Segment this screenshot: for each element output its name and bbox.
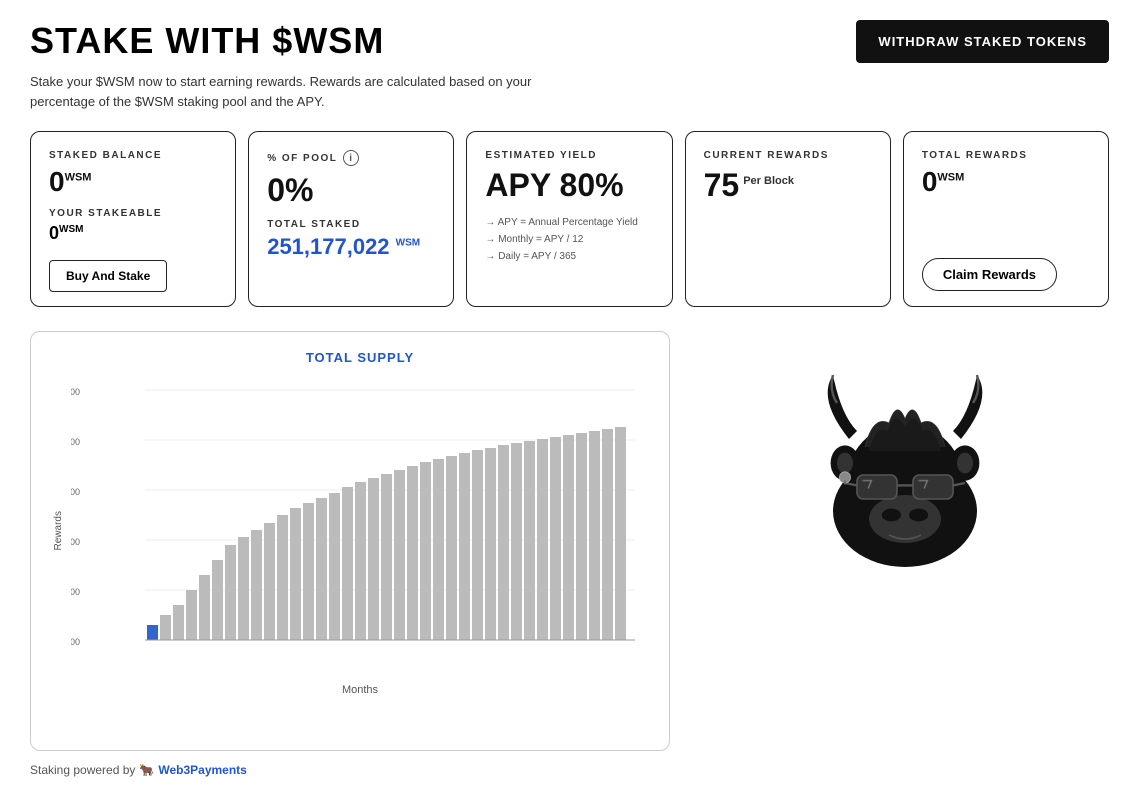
svg-text:1,600,000,000: 1,600,000,000: [71, 587, 80, 597]
svg-text:1,900,000,000: 1,900,000,000: [71, 437, 80, 447]
x-axis-label: Months: [71, 684, 649, 696]
svg-text:1,800,000,000: 1,800,000,000: [71, 487, 80, 497]
svg-text:1,700,000,000: 1,700,000,000: [71, 537, 80, 547]
apy-value: APY 80%: [485, 167, 653, 204]
total-rewards-card: TOTAL REWARDS 0WSM Claim Rewards: [903, 131, 1109, 307]
mascot-area: [700, 331, 1109, 591]
pool-card: % OF POOL i 0% TOTAL STAKED 251,177,022 …: [248, 131, 454, 307]
withdraw-button[interactable]: WITHDRAW STAKED TOKENS: [856, 20, 1109, 63]
pool-label: % OF POOL i: [267, 150, 435, 166]
total-staked-label: TOTAL STAKED: [267, 219, 435, 230]
total-rewards-label: TOTAL REWARDS: [922, 150, 1090, 161]
y-axis-label: Rewards: [53, 511, 64, 550]
chart-title: TOTAL SUPPLY: [71, 350, 649, 365]
svg-text:2,000,000,000: 2,000,000,000: [71, 387, 80, 397]
staked-balance-label: STAKED BALANCE: [49, 150, 217, 161]
total-staked-value: 251,177,022 WSM: [267, 234, 435, 260]
yield-label: ESTIMATED YIELD: [485, 150, 653, 161]
yield-card: ESTIMATED YIELD APY 80% APY = Annual Per…: [466, 131, 672, 307]
staked-balance-card: STAKED BALANCE 0WSM YOUR STAKEABLE 0WSM …: [30, 131, 236, 307]
chart-area: Rewards 2,000,000,000 1,900,000,000 1,80…: [71, 375, 649, 715]
page-subtitle: Stake your $WSM now to start earning rew…: [30, 72, 550, 111]
footer: Staking powered by 🐂 Web3Payments: [30, 763, 1109, 777]
pool-value: 0%: [267, 172, 435, 209]
buy-stake-button[interactable]: Buy And Stake: [49, 260, 167, 292]
page-title: STAKE WITH $WSM: [30, 20, 550, 62]
svg-text:1,500,000,000: 1,500,000,000: [71, 637, 80, 647]
stakeable-value: 0WSM: [49, 223, 217, 244]
chart-svg: 2,000,000,000 1,900,000,000 1,800,000,00…: [71, 375, 649, 675]
info-icon[interactable]: i: [343, 150, 359, 166]
claim-rewards-button[interactable]: Claim Rewards: [922, 258, 1057, 291]
chart-container: TOTAL SUPPLY Rewards 2,000,000,000 1,900…: [30, 331, 670, 751]
current-rewards-value: 75Per Block: [704, 167, 872, 204]
staked-balance-value: 0WSM: [49, 167, 217, 198]
web3payments-link[interactable]: Web3Payments: [158, 763, 246, 777]
stats-cards: STAKED BALANCE 0WSM YOUR STAKEABLE 0WSM …: [30, 131, 1109, 307]
apy-notes: APY = Annual Percentage Yield Monthly = …: [485, 214, 653, 265]
bottom-section: TOTAL SUPPLY Rewards 2,000,000,000 1,900…: [30, 331, 1109, 751]
total-rewards-value: 0WSM: [922, 167, 1090, 198]
current-rewards-label: CURRENT REWARDS: [704, 150, 872, 161]
current-rewards-card: CURRENT REWARDS 75Per Block: [685, 131, 891, 307]
stakeable-label: YOUR STAKEABLE: [49, 208, 217, 219]
mascot-bull-icon: [785, 351, 1025, 591]
